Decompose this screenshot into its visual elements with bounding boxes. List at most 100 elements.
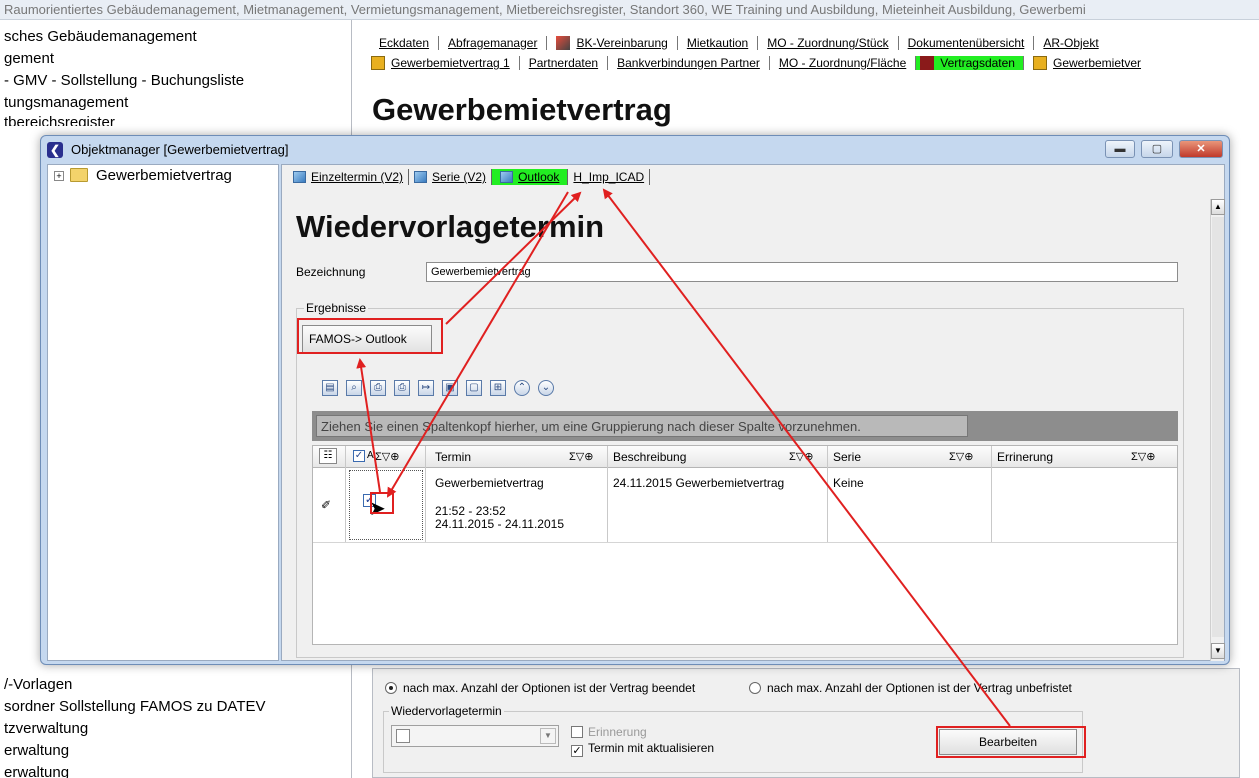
grid-divider [345, 446, 346, 542]
print-icon[interactable]: ⎙ [370, 380, 386, 396]
tab-gewerbemietvertrag-1[interactable]: Gewerbemietvertrag 1 [362, 56, 520, 70]
mouse-cursor-icon: ➤ [369, 498, 386, 520]
checkbox-termin-aktualisieren[interactable]: ✓ Termin mit aktualisieren [571, 741, 714, 757]
tab-gewerbemietvertrag-2[interactable]: Gewerbemietver [1024, 56, 1150, 70]
tree-item[interactable]: - GMV - Sollstellung - Buchungsliste [4, 72, 244, 89]
row-edit-pencil-icon: ✐ [321, 498, 332, 512]
tree-item[interactable]: /-Vorlagen [4, 676, 72, 693]
form-icon [371, 56, 385, 70]
background-tab-row-2: Gewerbemietvertrag 1 Partnerdaten Bankve… [362, 56, 1150, 70]
columns-icon[interactable]: ▢ [466, 380, 482, 396]
column-beschreibung-header[interactable]: Beschreibung [613, 450, 686, 464]
tree-item[interactable]: sordner Sollstellung FAMOS zu DATEV [4, 698, 266, 715]
objektmanager-dialog: ❮ Objektmanager [Gewerbemietvertrag] ▬ ▢… [40, 135, 1230, 665]
minimize-button[interactable]: ▬ [1105, 140, 1135, 158]
print-setup-icon[interactable]: ⎙ [394, 380, 410, 396]
maximize-button[interactable]: ▢ [1141, 140, 1173, 158]
grid-header: ☷ ✓ A Σ▽⊕ Termin Σ▽⊕ Beschreibung Σ▽⊕ Se… [313, 446, 1177, 468]
tab-bk-vereinbarung[interactable]: BK-Vereinbarung [547, 36, 678, 50]
grid-divider [607, 446, 608, 542]
famos-outlook-button[interactable]: FAMOS-> Outlook [302, 325, 432, 353]
tab-serie[interactable]: Serie (V2) [409, 169, 493, 185]
column-termin-header[interactable]: Termin [435, 450, 471, 464]
radio-selected-icon [385, 682, 397, 694]
grid-divider [991, 446, 992, 542]
table-icon [920, 56, 935, 70]
tab-mo-zuordnung-stueck[interactable]: MO - Zuordnung/Stück [758, 36, 899, 50]
results-grid: ☷ ✓ A Σ▽⊕ Termin Σ▽⊕ Beschreibung Σ▽⊕ Se… [312, 445, 1178, 645]
column-a-header[interactable]: A [367, 450, 374, 461]
column-serie-tools[interactable]: Σ▽⊕ [949, 450, 973, 463]
radio-empty-icon [749, 682, 761, 694]
bezeichnung-label: Bezeichnung [296, 265, 366, 279]
book-icon [414, 171, 428, 183]
scroll-up-icon[interactable]: ▲ [1211, 199, 1225, 215]
dialog-object-tree: + Gewerbemietvertrag [47, 164, 279, 661]
cell-termin-time: 21:52 - 23:52 [435, 504, 506, 518]
print-preview-icon[interactable]: ⌕ [346, 380, 362, 396]
checkbox-erinnerung[interactable]: Erinnerung [571, 725, 647, 739]
properties-icon[interactable]: ▤ [322, 380, 338, 396]
tab-partnerdaten[interactable]: Partnerdaten [520, 56, 609, 70]
background-tab-row-1: Eckdaten Abfragemanager BK-Vereinbarung … [370, 36, 1108, 50]
tree-item[interactable]: sches Gebäudemanagement [4, 28, 197, 45]
page-title: Wiedervorlagetermin [296, 209, 605, 244]
bearbeiten-button[interactable]: Bearbeiten [939, 729, 1077, 755]
scroll-down-icon[interactable]: ▼ [1211, 643, 1225, 659]
table-row[interactable] [349, 470, 423, 540]
grid-divider [827, 446, 828, 542]
tab-outlook[interactable]: Outlook [492, 169, 569, 185]
tree-item[interactable]: erwaltung [4, 764, 69, 778]
tree-item[interactable]: tungsmanagement [4, 94, 128, 111]
select-all-checkbox[interactable]: ✓ [353, 450, 365, 462]
vertical-scrollbar[interactable]: ▲ ▼ [1210, 199, 1225, 661]
book-icon [500, 171, 514, 183]
column-errinerung-header[interactable]: Errinerung [997, 450, 1053, 464]
dialog-content-pane: Einzeltermin (V2) Serie (V2) Outlook H_I… [281, 164, 1225, 661]
tab-h-imp-icad[interactable]: H_Imp_ICAD [568, 169, 651, 185]
grid-menu-icon[interactable]: ☷ [319, 448, 337, 464]
row-divider [313, 542, 1177, 543]
tab-ar-objekt[interactable]: AR-Objekt [1034, 36, 1107, 50]
scroll-thumb[interactable] [1212, 217, 1224, 637]
wiedervorlagetermin-dropdown[interactable]: ▼ [391, 725, 559, 747]
checkbox-checked-icon: ✓ [571, 745, 583, 757]
chevron-down-icon[interactable]: ▼ [540, 728, 556, 744]
radio-option-unbefristet[interactable]: nach max. Anzahl der Optionen ist der Ve… [749, 681, 1072, 695]
tab-mo-zuordnung-flaeche[interactable]: MO - Zuordnung/Fläche [770, 56, 917, 70]
tab-einzeltermin[interactable]: Einzeltermin (V2) [288, 169, 410, 185]
cell-beschreibung: 24.11.2015 Gewerbemietvertrag [613, 476, 785, 490]
tab-bankverbindungen-partner[interactable]: Bankverbindungen Partner [608, 56, 770, 70]
column-errinerung-tools[interactable]: Σ▽⊕ [1131, 450, 1155, 463]
bezeichnung-input[interactable]: Gewerbemietvertrag [426, 262, 1178, 282]
grid-divider [425, 446, 426, 542]
column-a-tools[interactable]: Σ▽⊕ [375, 450, 399, 463]
close-button[interactable]: ✕ [1179, 140, 1223, 158]
column-termin-tools[interactable]: Σ▽⊕ [569, 450, 593, 463]
expand-all-icon[interactable]: ⌃ [514, 380, 530, 396]
column-beschreibung-tools[interactable]: Σ▽⊕ [789, 450, 813, 463]
tree-item[interactable]: gement [4, 50, 54, 67]
tree-root-item[interactable]: Gewerbemietvertrag [96, 167, 232, 184]
tab-vertragsdaten[interactable]: Vertragsdaten [916, 56, 1024, 70]
tab-eckdaten[interactable]: Eckdaten [370, 36, 440, 50]
form-icon [1032, 56, 1047, 70]
group-by-area[interactable]: Ziehen Sie einen Spaltenkopf hierher, um… [312, 411, 1178, 441]
filter-icon[interactable]: ▣ [442, 380, 458, 396]
tab-dokumentenuebersicht[interactable]: Dokumentenübersicht [899, 36, 1035, 50]
export-icon[interactable]: ↦ [418, 380, 434, 396]
grid-toolbar: ▤ ⌕ ⎙ ⎙ ↦ ▣ ▢ ⊞ ⌃ ⌄ [322, 375, 682, 401]
layout-icon[interactable]: ⊞ [490, 380, 506, 396]
tab-abfragemanager[interactable]: Abfragemanager [439, 36, 548, 50]
tree-item[interactable]: tbereichsregister [4, 114, 115, 126]
dialog-tab-row: Einzeltermin (V2) Serie (V2) Outlook H_I… [288, 169, 651, 185]
column-serie-header[interactable]: Serie [833, 450, 861, 464]
cell-serie: Keine [833, 476, 864, 490]
collapse-all-icon[interactable]: ⌄ [538, 380, 554, 396]
tab-mietkaution[interactable]: Mietkaution [678, 36, 759, 50]
tree-item[interactable]: tzverwaltung [4, 720, 88, 737]
radio-option-beendet[interactable]: nach max. Anzahl der Optionen ist der Ve… [385, 681, 695, 695]
tree-expand-icon[interactable]: + [54, 171, 64, 181]
tree-item[interactable]: erwaltung [4, 742, 69, 759]
cell-termin-date: 24.11.2015 - 24.11.2015 [435, 517, 564, 531]
